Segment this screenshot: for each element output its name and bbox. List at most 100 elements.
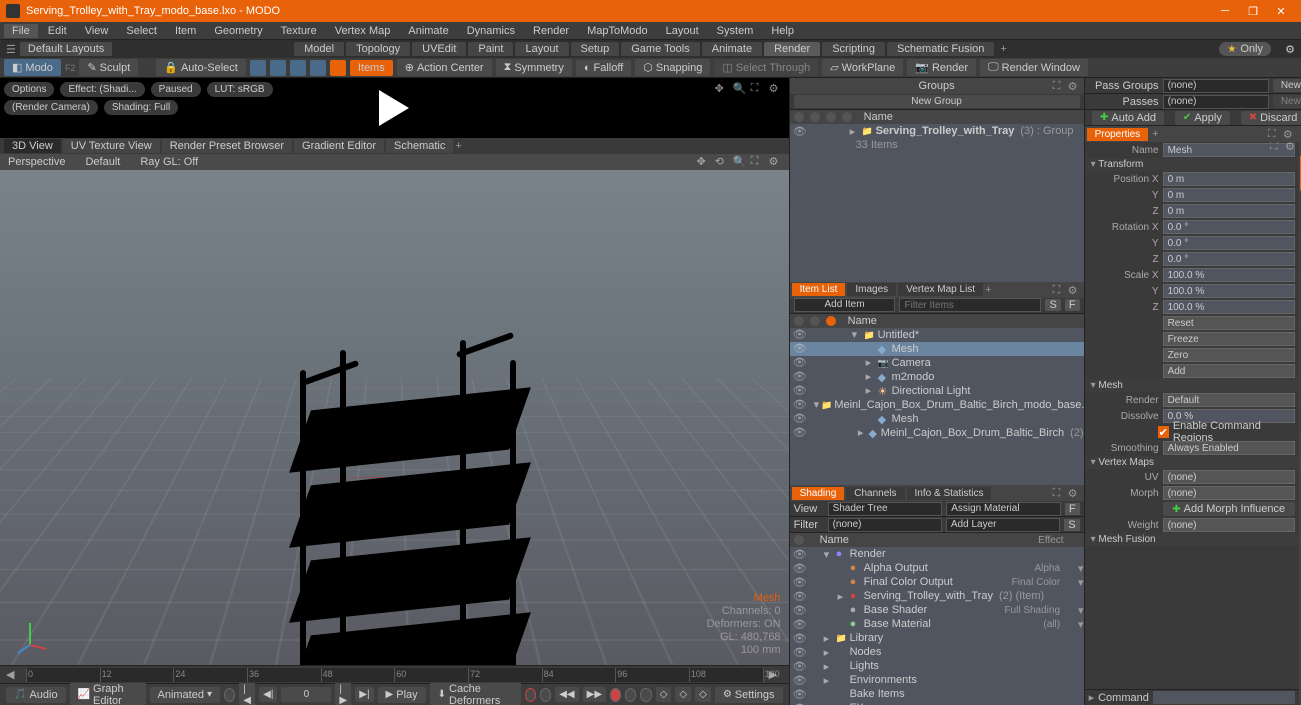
sel-edge-icon[interactable] xyxy=(270,60,286,76)
assign-material-button[interactable]: Assign Material xyxy=(946,502,1061,516)
pos-y-input[interactable]: 0 m xyxy=(1163,188,1295,202)
transform-section[interactable]: Transform xyxy=(1085,158,1299,171)
minimize-button[interactable]: ─ xyxy=(1211,0,1239,22)
tl-end-icon[interactable]: ▶ xyxy=(769,668,783,682)
max-icon[interactable]: ⛶ xyxy=(751,82,765,96)
audio-button[interactable]: 🎵 Audio xyxy=(6,687,66,703)
add-button[interactable]: Add xyxy=(1163,364,1295,378)
item-row[interactable]: 👁▸m2modo xyxy=(790,370,1084,384)
last-frame-button[interactable]: ▶| xyxy=(355,687,373,702)
layout-tab-animate[interactable]: Animate xyxy=(702,42,762,56)
mesh-section[interactable]: Mesh xyxy=(1085,379,1299,392)
item-row[interactable]: 👁▸Camera xyxy=(790,356,1084,370)
item-row[interactable]: 👁▸Meinl_Cajon_Box_Drum_Baltic_Birch(2) xyxy=(790,426,1084,440)
menu-system[interactable]: System xyxy=(709,24,762,38)
filter-items-input[interactable] xyxy=(899,298,1041,312)
items-button[interactable]: Items xyxy=(350,60,393,76)
view-tab-schematic[interactable]: Schematic xyxy=(386,139,453,153)
add-item-dropdown[interactable]: Add Item xyxy=(794,298,896,312)
items-expand-icon[interactable]: ⛶ xyxy=(1053,284,1065,296)
menu-maptomodo[interactable]: MapToModo xyxy=(579,24,656,38)
opts-icon[interactable]: ⚙ xyxy=(769,82,783,96)
passes-dropdown[interactable]: (none) xyxy=(1163,95,1269,109)
first-frame-button[interactable]: |◀ xyxy=(239,682,255,705)
k1-icon[interactable]: ◇ xyxy=(656,687,672,702)
scl-y-input[interactable]: 100.0 % xyxy=(1163,284,1295,298)
menu-select[interactable]: Select xyxy=(118,24,165,38)
timeline[interactable]: ◀ 01224364860728496108120 ▶ xyxy=(0,665,789,683)
shade-s-icon[interactable]: S xyxy=(1064,519,1079,531)
item-row[interactable]: 👁▸Directional Light xyxy=(790,384,1084,398)
shader-row[interactable]: 👁▸Library xyxy=(790,631,1084,645)
menu-item[interactable]: Item xyxy=(167,24,204,38)
close-button[interactable]: ✕ xyxy=(1267,0,1295,22)
preview-options[interactable]: Options xyxy=(4,82,54,97)
menu-animate[interactable]: Animate xyxy=(400,24,456,38)
play-button[interactable]: ▶ Play xyxy=(378,687,426,703)
3d-viewport[interactable]: Mesh Channels: 0 Deformers: ON GL: 480,7… xyxy=(0,170,789,665)
menu-edit[interactable]: Edit xyxy=(40,24,75,38)
select-through-button[interactable]: ◫ Select Through xyxy=(714,59,818,76)
sel-poly-icon[interactable] xyxy=(290,60,306,76)
groups-tree[interactable]: 👁 ▸ Serving_Trolley_with_Tray(3) : Group… xyxy=(790,124,1084,282)
layout-tab-schematic-fusion[interactable]: Schematic Fusion xyxy=(887,42,994,56)
workplane-button[interactable]: ▱ WorkPlane xyxy=(822,59,903,76)
k3-icon[interactable]: ◇ xyxy=(695,687,711,702)
layout-tab-setup[interactable]: Setup xyxy=(571,42,620,56)
vp-zoom-icon[interactable]: 🔍 xyxy=(733,155,747,169)
items-tab-vertex-map-list[interactable]: Vertex Map List xyxy=(898,283,983,296)
rec2-icon[interactable] xyxy=(540,688,551,702)
current-frame[interactable]: 0 xyxy=(281,687,331,702)
maximize-button[interactable]: ❐ xyxy=(1239,0,1267,22)
view-tab-3d-view[interactable]: 3D View xyxy=(4,139,61,153)
symmetry-button[interactable]: ⧗ Symmetry xyxy=(496,59,572,76)
rot-y-input[interactable]: 0.0 ° xyxy=(1163,236,1295,250)
pass-groups-dropdown[interactable]: (none) xyxy=(1163,79,1269,93)
shading-tab-channels[interactable]: Channels xyxy=(846,487,904,500)
shading-expand-icon[interactable]: ⛶ xyxy=(1053,487,1065,499)
item-row[interactable]: 👁▾Untitled* xyxy=(790,328,1084,342)
prev-frame-button[interactable]: ◀| xyxy=(259,687,277,702)
shade-f-icon[interactable]: F xyxy=(1065,503,1080,515)
preview-camera[interactable]: (Render Camera) xyxy=(4,100,98,115)
view-tab-uv-texture-view[interactable]: UV Texture View xyxy=(63,139,160,153)
shader-row[interactable]: 👁FX xyxy=(790,701,1084,705)
view-raygl[interactable]: Ray GL: Off xyxy=(140,156,198,168)
next-frame-button[interactable]: |▶ xyxy=(335,682,351,705)
filter-f-icon[interactable]: F xyxy=(1065,299,1080,311)
c2-icon[interactable] xyxy=(640,688,651,702)
menu-layout[interactable]: Layout xyxy=(658,24,707,38)
preview-paused[interactable]: Paused xyxy=(151,82,201,97)
menu-file[interactable]: File xyxy=(4,24,38,38)
groups-expand-icon[interactable]: ⛶ xyxy=(1053,80,1065,92)
shader-tree[interactable]: 👁▾Render👁Alpha OutputAlpha▾👁Final Color … xyxy=(790,547,1084,705)
item-row[interactable]: 👁▾Meinl_Cajon_Box_Drum_Baltic_Birch_modo… xyxy=(790,398,1084,412)
shader-row[interactable]: 👁▸Lights xyxy=(790,659,1084,673)
menu-vertex-map[interactable]: Vertex Map xyxy=(327,24,399,38)
view-projection[interactable]: Perspective xyxy=(8,156,65,168)
reset-button[interactable]: Reset xyxy=(1163,316,1295,330)
menu-view[interactable]: View xyxy=(77,24,117,38)
ecr-checkbox[interactable]: ✔ xyxy=(1158,426,1169,438)
layout-tab-render[interactable]: Render xyxy=(764,42,820,56)
rot-z-input[interactable]: 0.0 ° xyxy=(1163,252,1295,266)
filter-s-icon[interactable]: S xyxy=(1045,299,1060,311)
uv-dropdown[interactable]: (none) xyxy=(1163,470,1295,484)
auto-select-button[interactable]: 🔒 Auto-Select xyxy=(156,59,246,76)
groups-gear-icon[interactable]: ⚙ xyxy=(1068,80,1080,92)
vp-gear-icon[interactable]: ⚙ xyxy=(769,155,783,169)
shader-filter-dropdown[interactable]: (none) xyxy=(828,518,942,532)
mesh-fusion-section[interactable]: Mesh Fusion xyxy=(1085,533,1299,546)
pos-x-input[interactable]: 0 m xyxy=(1163,172,1295,186)
cache-deformers-button[interactable]: ⬇ Cache Deformers xyxy=(430,681,521,705)
zoom-icon[interactable]: 🔍 xyxy=(733,82,747,96)
smoothing-dropdown[interactable]: Always Enabled xyxy=(1163,441,1295,455)
render-window-button[interactable]: 🖵 Render Window xyxy=(980,59,1088,76)
view-tab-gradient-editor[interactable]: Gradient Editor xyxy=(294,139,384,153)
menu-geometry[interactable]: Geometry xyxy=(206,24,270,38)
command-input[interactable] xyxy=(1153,691,1295,704)
tl-settings-button[interactable]: ⚙ Settings xyxy=(715,687,783,703)
pan-icon[interactable]: ✥ xyxy=(715,82,729,96)
preview-effect[interactable]: Effect: (Shadi... xyxy=(60,82,144,97)
vp-rotate-icon[interactable]: ⟲ xyxy=(715,155,729,169)
